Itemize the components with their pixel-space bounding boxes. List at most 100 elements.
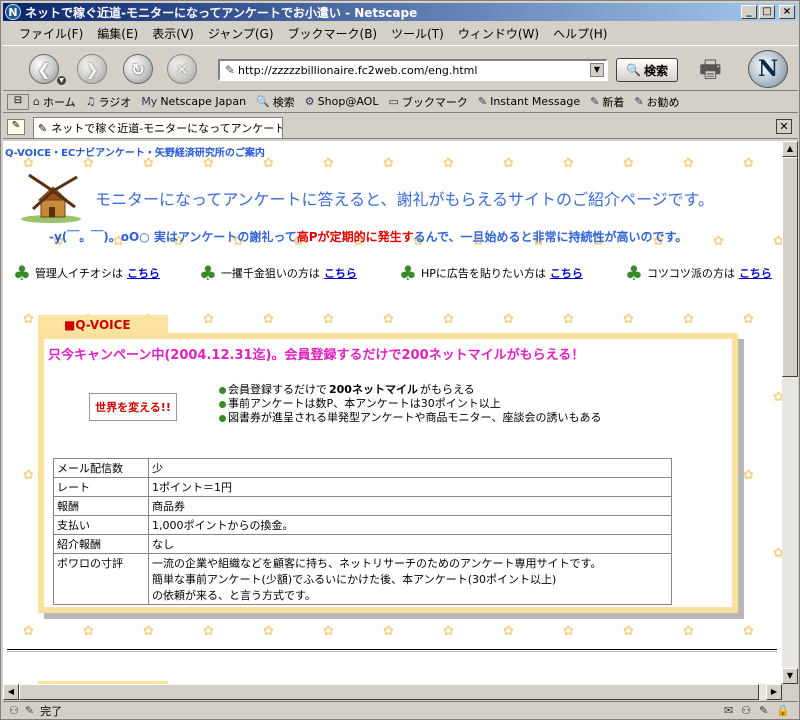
- feature-bold: 200ネットマイル: [329, 383, 418, 396]
- vertical-scroll-thumb[interactable]: [782, 157, 798, 377]
- ad-banner[interactable]: 世界を変える!!: [89, 393, 177, 421]
- pt-search[interactable]: 🔍 検索: [256, 94, 295, 110]
- pt-instant-message[interactable]: ✎ Instant Message: [478, 95, 580, 108]
- background-flower-icon: ✿: [623, 156, 634, 171]
- minimize-button[interactable]: _: [741, 5, 757, 19]
- forward-button[interactable]: ❯: [77, 54, 107, 84]
- close-button[interactable]: ×: [779, 5, 795, 19]
- navigation-toolbar: ❮ ▼ ❯ ↻ ✕ ✎ ▼ 🔍 検索 🖶 N: [3, 45, 798, 91]
- menu-edit[interactable]: 編集(E): [97, 25, 138, 42]
- close-tab-button[interactable]: ✕: [776, 119, 792, 134]
- url-dropdown-icon[interactable]: ▼: [590, 63, 604, 77]
- horizontal-scrollbar[interactable]: ◀ ▶: [3, 684, 782, 700]
- pt-recommend[interactable]: ✎ お勧め: [634, 94, 679, 110]
- table-row: レート 1ポイント＝1円: [53, 477, 672, 497]
- breadcrumb: Q-VOICE・ECナビアンケート・矢野経済研究所のご案内: [5, 148, 265, 159]
- lock-icon[interactable]: 🔒: [776, 704, 790, 717]
- quick-link-3-text: HPに広告を貼りたい方は: [420, 267, 546, 280]
- menu-window[interactable]: ウィンドウ(W): [458, 25, 539, 42]
- background-flower-icon: ✿: [443, 624, 454, 639]
- feature-text: 会員登録するだけで: [228, 383, 327, 396]
- subline-b: るんで、一旦始めると非常に持続性が高いのです。: [413, 230, 688, 244]
- pt-shop-aol-label: Shop@AOL: [317, 95, 379, 108]
- sidebar-toggle-icon[interactable]: ⊟: [7, 94, 29, 110]
- background-flower-icon: ✿: [23, 312, 34, 327]
- pt-radio[interactable]: ♫ ラジオ: [86, 94, 132, 110]
- background-flower-icon: ✿: [23, 624, 34, 639]
- print-icon[interactable]: 🖶: [699, 52, 731, 83]
- my-icon: My: [141, 95, 158, 108]
- quick-link-2: ♣ 一攫千金狙いの方は こちら: [199, 261, 357, 285]
- background-flower-icon: ✿: [383, 156, 394, 171]
- title-bar[interactable]: N ネットで稼ぐ近道-モニターになってアンケートでお小遣い - Netscape…: [3, 3, 798, 21]
- pt-shop-aol[interactable]: ⚙ Shop@AOL: [305, 95, 379, 108]
- pt-new[interactable]: ✎ 新着: [590, 94, 624, 110]
- bullet-icon: [219, 400, 226, 408]
- scroll-up-icon[interactable]: ▲: [782, 141, 798, 157]
- background-flower-icon: ✿: [263, 312, 274, 327]
- horizontal-scroll-thumb[interactable]: [19, 684, 759, 700]
- feature-text: がもらえる: [419, 383, 475, 396]
- reload-button[interactable]: ↻: [123, 54, 153, 84]
- pt-search-label: 検索: [272, 95, 295, 109]
- menu-help[interactable]: ヘルプ(H): [553, 25, 607, 42]
- table-key: メール配信数: [53, 458, 149, 478]
- tree-icon: ♣: [13, 261, 31, 285]
- folder-icon: ▭: [388, 95, 399, 108]
- netscape-logo[interactable]: N: [748, 50, 788, 88]
- background-flower-icon: ✿: [23, 468, 34, 483]
- background-flower-icon: ✿: [743, 468, 754, 483]
- background-flower-icon: ✿: [143, 624, 154, 639]
- back-dropdown-icon[interactable]: ▼: [57, 76, 66, 85]
- menu-bookmarks[interactable]: ブックマーク(B): [288, 25, 378, 42]
- background-flower-icon: ✿: [263, 624, 274, 639]
- table-value: 商品券: [148, 496, 672, 516]
- tree-icon: ♣: [199, 261, 217, 285]
- pt-home[interactable]: ⌂ ホーム: [33, 94, 76, 110]
- quick-link-4: ♣ コツコツ派の方は こちら: [625, 261, 772, 285]
- im-icon[interactable]: ⚇: [741, 704, 751, 717]
- home-icon: ⌂: [33, 95, 40, 108]
- tab-current[interactable]: ✎ ネットで稼ぐ近道-モニターになってアンケートで...: [33, 117, 283, 138]
- quick-link-2-anchor[interactable]: こちら: [324, 265, 357, 281]
- tree-icon: ♣: [399, 261, 417, 285]
- scroll-down-icon[interactable]: ▼: [782, 668, 798, 684]
- background-flower-icon: ✿: [743, 624, 754, 639]
- quick-link-4-anchor[interactable]: こちら: [739, 265, 772, 281]
- new-tab-icon[interactable]: ✎: [7, 119, 25, 135]
- page-icon: ✎: [224, 63, 236, 77]
- pt-netscape-japan[interactable]: My Netscape Japan: [141, 95, 246, 108]
- quick-link-4-text: コツコツ派の方は: [646, 267, 735, 280]
- window-controls: _ □ ×: [741, 5, 795, 19]
- menu-tools[interactable]: ツール(T): [391, 25, 444, 42]
- back-button[interactable]: ❮: [29, 54, 59, 84]
- pt-radio-label: ラジオ: [98, 95, 132, 109]
- quick-link-1-anchor[interactable]: こちら: [127, 265, 160, 281]
- netscape-app-icon: N: [5, 4, 21, 20]
- table-value: 少: [148, 458, 672, 478]
- menu-file[interactable]: ファイル(F): [19, 25, 83, 42]
- table-value: 一流の企業や組織などを顧客に持ち、ネットリサーチのためのアンケート専用サイトです…: [148, 553, 672, 605]
- background-flower-icon: ✿: [683, 312, 694, 327]
- vertical-scrollbar[interactable]: ▲ ▼: [782, 141, 798, 684]
- horizontal-rule: [7, 649, 777, 652]
- mail-icon[interactable]: ✉: [724, 704, 733, 717]
- search-button[interactable]: 🔍 検索: [616, 58, 678, 82]
- stop-button[interactable]: ✕: [167, 54, 197, 84]
- link-icon: ✎: [477, 95, 488, 108]
- feature-text: 図書券が進呈される単発型アンケートや商品モニター、座談会の誘いもある: [228, 411, 602, 424]
- background-flower-icon: ✿: [683, 624, 694, 639]
- window-title: ネットで稼ぐ近道-モニターになってアンケートでお小遣い - Netscape: [25, 5, 418, 20]
- menu-go[interactable]: ジャンプ(G): [208, 25, 274, 42]
- pt-bookmarks[interactable]: ▭ ブックマーク: [388, 94, 467, 110]
- url-input[interactable]: [238, 62, 588, 78]
- quick-link-3: ♣ HPに広告を貼りたい方は こちら: [399, 261, 583, 285]
- menu-view[interactable]: 表示(V): [152, 25, 194, 42]
- tree-icon: ♣: [625, 261, 643, 285]
- maximize-button[interactable]: □: [759, 5, 775, 19]
- scroll-right-icon[interactable]: ▶: [766, 684, 782, 700]
- composer-icon[interactable]: ✎: [759, 704, 768, 717]
- quick-link-3-anchor[interactable]: こちら: [550, 265, 583, 281]
- feature-text: 事前アンケートは数P、本アンケートは30ポイント以上: [228, 397, 501, 410]
- scroll-left-icon[interactable]: ◀: [3, 684, 19, 700]
